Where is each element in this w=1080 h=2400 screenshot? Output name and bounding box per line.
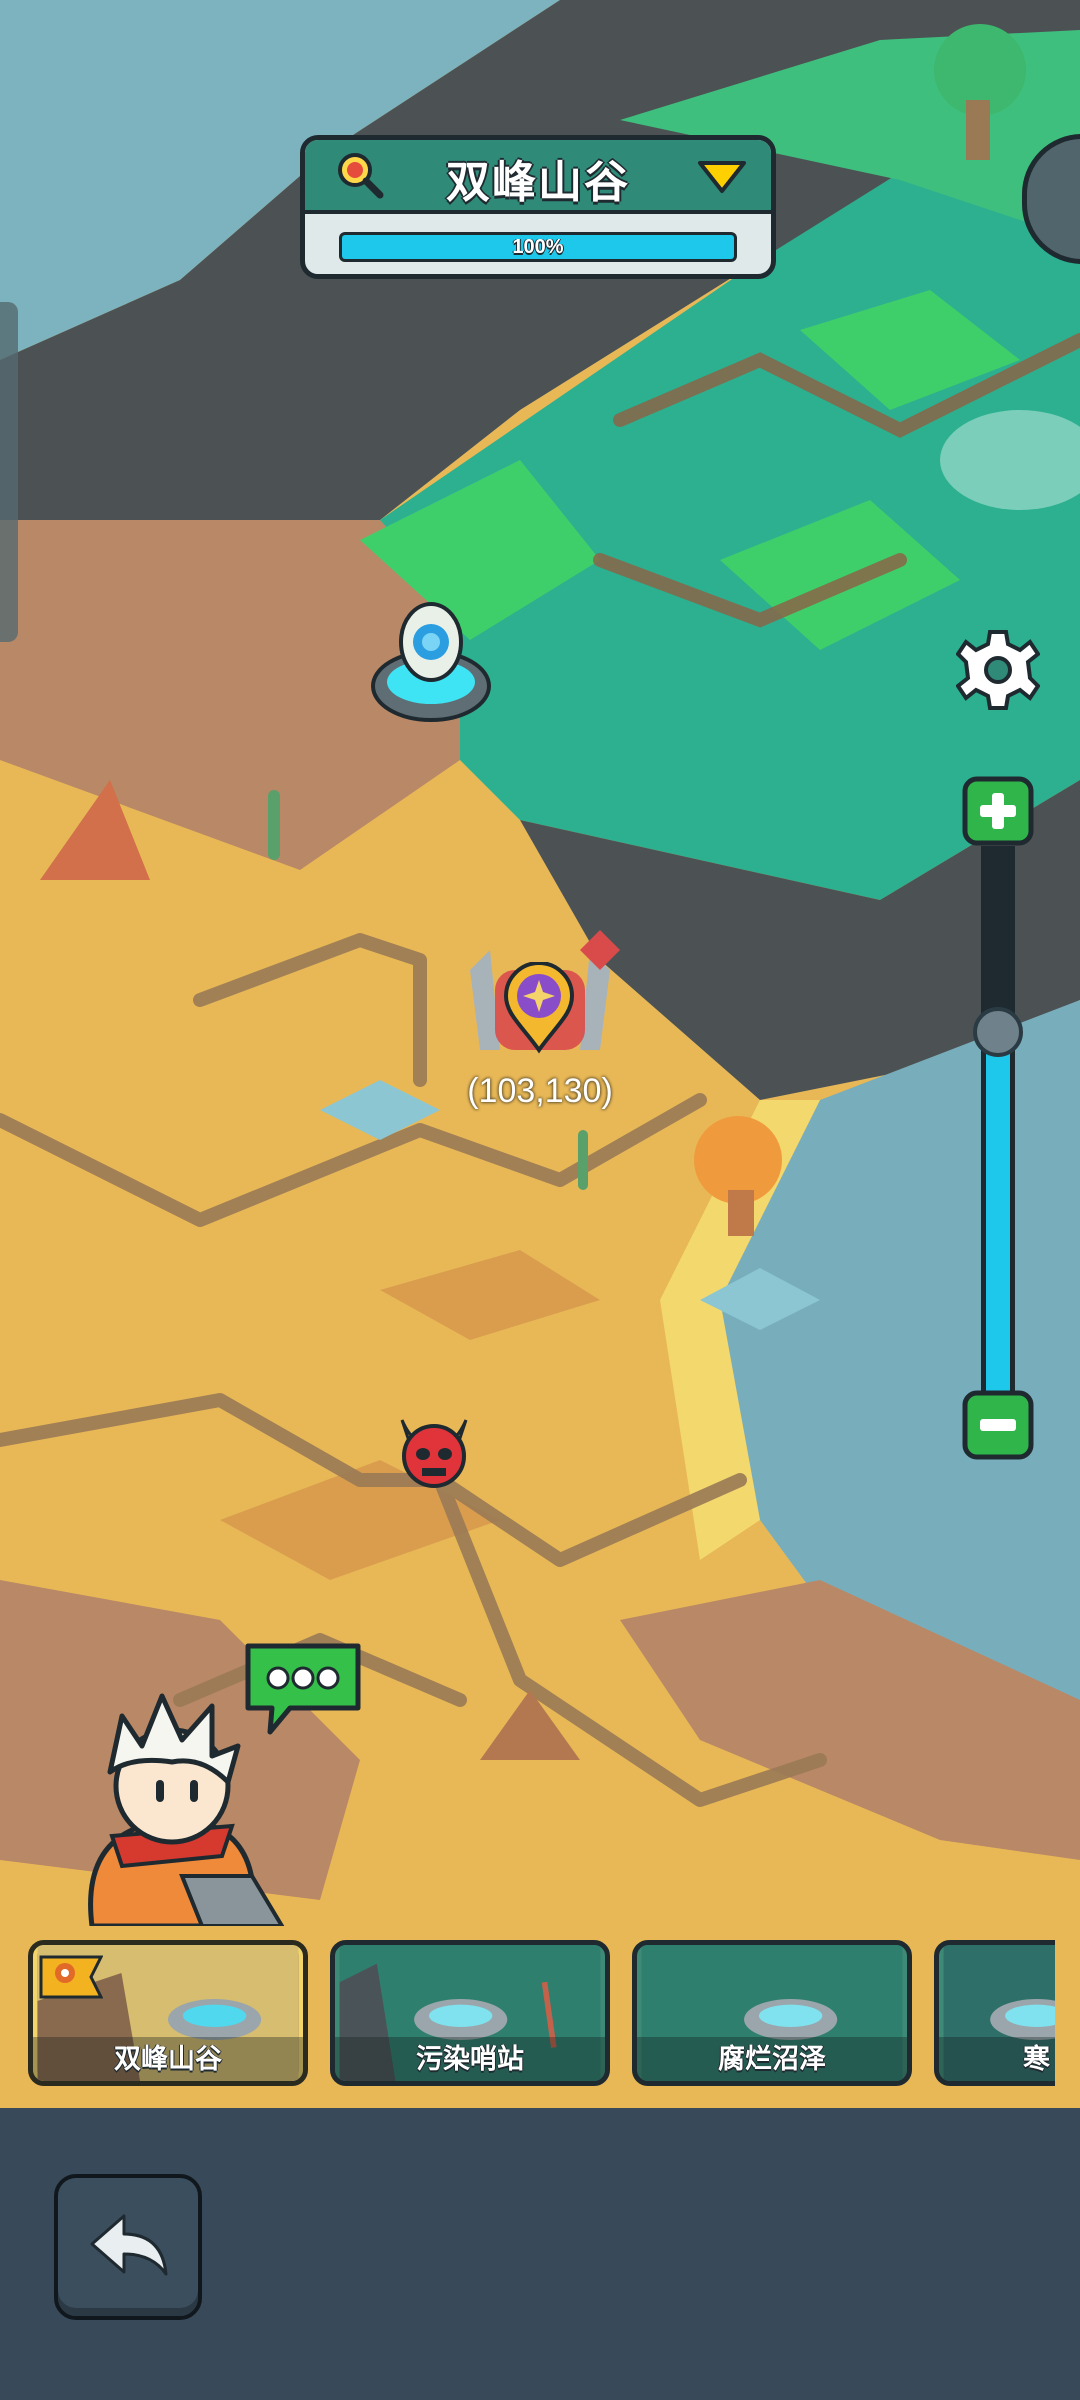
- location-pin-icon[interactable]: [502, 962, 576, 1054]
- chevron-down-icon[interactable]: [697, 160, 747, 194]
- level-card-current[interactable]: 双峰山谷: [28, 1940, 308, 2086]
- minus-icon[interactable]: [962, 1390, 1034, 1460]
- zoom-slider-thumb[interactable]: [973, 1007, 1023, 1057]
- progress-label: 100%: [512, 236, 564, 258]
- level-card-list[interactable]: 双峰山谷 污染哨站 腐烂沼泽 寒: [0, 1936, 1055, 2092]
- level-card[interactable]: 污染哨站: [330, 1940, 610, 2086]
- side-handle[interactable]: [0, 302, 18, 642]
- chat-bubble-icon[interactable]: [240, 1638, 366, 1736]
- current-location-flag-icon: [39, 1955, 103, 1999]
- region-panel: 双峰山谷 100%: [300, 135, 776, 279]
- exploration-progress-bar: 100%: [339, 232, 737, 262]
- back-arrow-icon: [90, 2214, 168, 2276]
- zoom-slider-fill: [986, 1032, 1010, 1392]
- plus-icon[interactable]: [962, 776, 1034, 846]
- enemy-demon-icon[interactable]: [392, 1410, 476, 1494]
- zoom-slider-track[interactable]: [981, 846, 1015, 1392]
- portal-icon[interactable]: [368, 600, 494, 726]
- level-card[interactable]: 腐烂沼泽: [632, 1940, 912, 2086]
- level-name: 寒: [939, 2037, 1055, 2081]
- level-card[interactable]: 寒: [934, 1940, 1055, 2086]
- world-map[interactable]: 双峰山谷 100% (103,130) 双峰山谷 污染哨站 腐烂沼泽 寒: [0, 0, 1080, 2108]
- region-header: 双峰山谷: [305, 140, 771, 214]
- progress-fill: 100%: [342, 235, 734, 259]
- back-button[interactable]: [54, 2174, 202, 2320]
- level-name: 双峰山谷: [33, 2037, 303, 2081]
- coordinates-label: (103,130): [467, 1072, 613, 1110]
- gear-icon[interactable]: [956, 628, 1040, 712]
- level-name: 污染哨站: [335, 2037, 605, 2081]
- level-name: 腐烂沼泽: [637, 2037, 907, 2081]
